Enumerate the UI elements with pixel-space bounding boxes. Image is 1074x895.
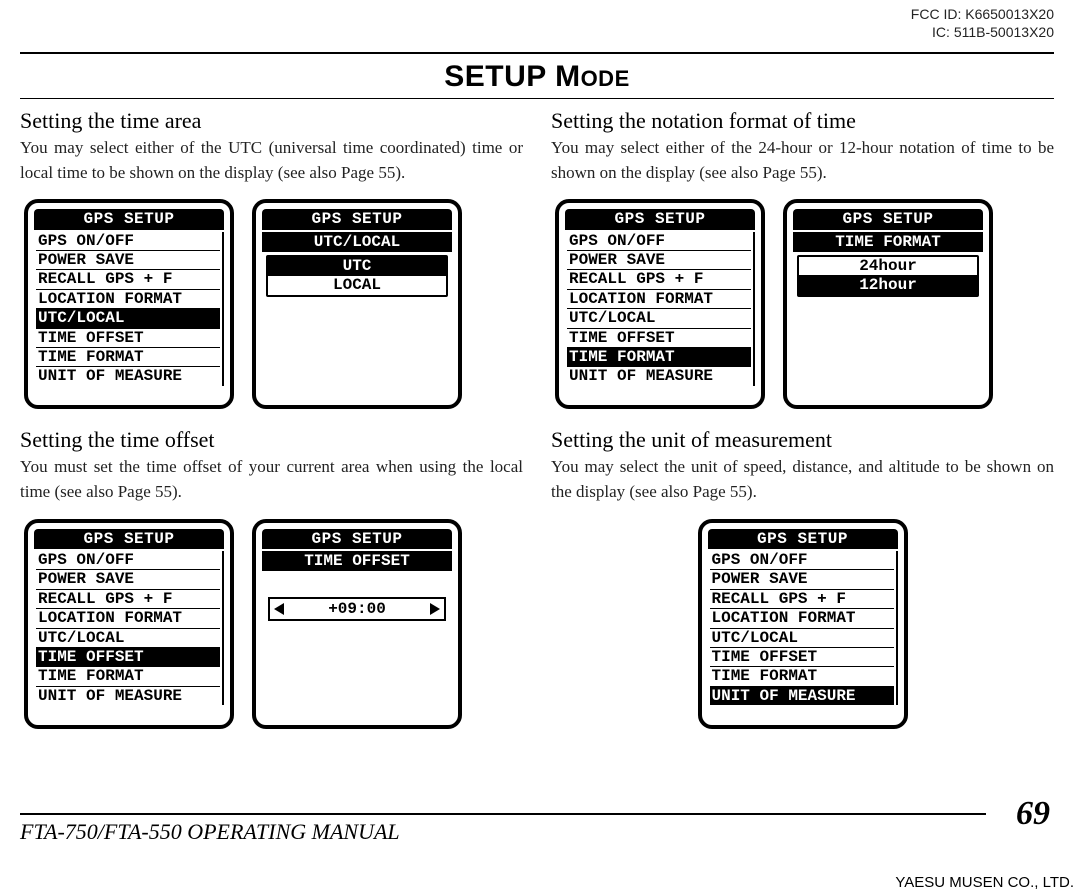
page-title: SETUP MODE <box>0 60 1074 94</box>
list-item[interactable]: TIME OFFSET <box>710 648 894 667</box>
list-item[interactable]: LOCATION FORMAT <box>710 609 894 628</box>
lcd-title: GPS SETUP <box>793 209 983 229</box>
lcd-title: GPS SETUP <box>708 529 898 549</box>
chevron-left-icon[interactable] <box>274 603 284 615</box>
columns: Setting the time area You may select eit… <box>20 108 1054 795</box>
manual-name: FTA-750/FTA-550 OPERATING MANUAL <box>20 819 400 845</box>
list-item[interactable]: UTC/LOCAL <box>710 629 894 648</box>
list-item[interactable]: TIME FORMAT <box>36 667 220 686</box>
right-column: Setting the notation format of time You … <box>551 108 1054 795</box>
title-main: SETUP M <box>444 60 580 93</box>
option-item[interactable]: 24hour <box>799 257 977 276</box>
list-item[interactable]: TIME FORMAT <box>36 348 220 367</box>
heading-unit-measurement: Setting the unit of measurement <box>551 427 1054 453</box>
list-item[interactable]: LOCATION FORMAT <box>567 290 751 309</box>
heading-time-area: Setting the time area <box>20 108 523 134</box>
lcd-title: GPS SETUP <box>262 529 452 549</box>
ic-id: IC: 511B-50013X20 <box>911 24 1054 42</box>
screens-time-format: GPS SETUP GPS ON/OFF POWER SAVE RECALL G… <box>555 199 1054 409</box>
list-item[interactable]: GPS ON/OFF <box>36 551 220 570</box>
lcd-gps-setup-list: GPS SETUP GPS ON/OFF POWER SAVE RECALL G… <box>555 199 765 409</box>
body-time-offset: You must set the time offset of your cur… <box>20 455 523 504</box>
lcd-items: GPS ON/OFF POWER SAVE RECALL GPS + F LOC… <box>565 232 755 386</box>
screens-unit-measurement: GPS SETUP GPS ON/OFF POWER SAVE RECALL G… <box>551 519 1054 729</box>
body-time-format: You may select either of the 24-hour or … <box>551 136 1054 185</box>
page-number: 69 <box>1016 795 1050 833</box>
offset-stepper[interactable]: +09:00 <box>268 597 446 621</box>
lcd-subtitle: UTC/LOCAL <box>262 232 452 252</box>
lcd-title: GPS SETUP <box>262 209 452 229</box>
list-item[interactable]: UNIT OF MEASURE <box>567 367 751 385</box>
list-item[interactable]: GPS ON/OFF <box>36 232 220 251</box>
lcd-gps-setup-list: GPS SETUP GPS ON/OFF POWER SAVE RECALL G… <box>24 199 234 409</box>
rule-bottom <box>20 813 986 815</box>
regulatory-ids: FCC ID: K6650013X20 IC: 511B-50013X20 <box>911 6 1054 41</box>
lcd-subtitle: TIME FORMAT <box>793 232 983 252</box>
list-item[interactable]: UNIT OF MEASURE <box>36 367 220 385</box>
lcd-items: GPS ON/OFF POWER SAVE RECALL GPS + F LOC… <box>34 551 224 705</box>
list-item[interactable]: UNIT OF MEASURE <box>36 687 220 705</box>
list-item[interactable]: UTC/LOCAL <box>36 309 220 328</box>
rule-top <box>20 52 1054 54</box>
lcd-title: GPS SETUP <box>34 209 224 229</box>
list-item[interactable]: UTC/LOCAL <box>567 309 751 328</box>
title-suffix: ODE <box>581 66 630 91</box>
list-item[interactable]: POWER SAVE <box>36 570 220 589</box>
lcd-subtitle: TIME OFFSET <box>262 551 452 571</box>
lcd-items: GPS ON/OFF POWER SAVE RECALL GPS + F LOC… <box>34 232 224 386</box>
list-item[interactable]: UTC/LOCAL <box>36 629 220 648</box>
chevron-right-icon[interactable] <box>430 603 440 615</box>
lcd-time-offset: GPS SETUP TIME OFFSET +09:00 <box>252 519 462 729</box>
heading-time-format: Setting the notation format of time <box>551 108 1054 134</box>
lcd-items: GPS ON/OFF POWER SAVE RECALL GPS + F LOC… <box>708 551 898 705</box>
lcd-utc-local: GPS SETUP UTC/LOCAL UTC LOCAL <box>252 199 462 409</box>
body-unit-measurement: You may select the unit of speed, distan… <box>551 455 1054 504</box>
list-item[interactable]: RECALL GPS + F <box>710 590 894 609</box>
left-column: Setting the time area You may select eit… <box>20 108 523 795</box>
list-item[interactable]: RECALL GPS + F <box>567 270 751 289</box>
list-item[interactable]: TIME OFFSET <box>567 329 751 348</box>
list-item[interactable]: TIME FORMAT <box>567 348 751 367</box>
option-item[interactable]: 12hour <box>799 276 977 294</box>
screens-time-area: GPS SETUP GPS ON/OFF POWER SAVE RECALL G… <box>24 199 523 409</box>
lcd-gps-setup-list: GPS SETUP GPS ON/OFF POWER SAVE RECALL G… <box>24 519 234 729</box>
lcd-time-format: GPS SETUP TIME FORMAT 24hour 12hour <box>783 199 993 409</box>
lcd-gps-setup-list: GPS SETUP GPS ON/OFF POWER SAVE RECALL G… <box>698 519 908 729</box>
list-item[interactable]: POWER SAVE <box>567 251 751 270</box>
page: FCC ID: K6650013X20 IC: 511B-50013X20 SE… <box>0 0 1074 895</box>
list-item[interactable]: TIME OFFSET <box>36 329 220 348</box>
lcd-options: 24hour 12hour <box>797 255 979 297</box>
body-time-area: You may select either of the UTC (univer… <box>20 136 523 185</box>
option-item[interactable]: UTC <box>268 257 446 276</box>
list-item[interactable]: RECALL GPS + F <box>36 590 220 609</box>
heading-time-offset: Setting the time offset <box>20 427 523 453</box>
screens-time-offset: GPS SETUP GPS ON/OFF POWER SAVE RECALL G… <box>24 519 523 729</box>
lcd-title: GPS SETUP <box>565 209 755 229</box>
list-item[interactable]: TIME OFFSET <box>36 648 220 667</box>
company-name: YAESU MUSEN CO., LTD. <box>895 874 1074 891</box>
list-item[interactable]: GPS ON/OFF <box>710 551 894 570</box>
offset-value: +09:00 <box>328 600 386 618</box>
list-item[interactable]: RECALL GPS + F <box>36 270 220 289</box>
list-item[interactable]: TIME FORMAT <box>710 667 894 686</box>
list-item[interactable]: POWER SAVE <box>710 570 894 589</box>
rule-under-title <box>20 98 1054 99</box>
lcd-options: UTC LOCAL <box>266 255 448 297</box>
lcd-title: GPS SETUP <box>34 529 224 549</box>
list-item[interactable]: UNIT OF MEASURE <box>710 687 894 705</box>
list-item[interactable]: GPS ON/OFF <box>567 232 751 251</box>
fcc-id: FCC ID: K6650013X20 <box>911 6 1054 24</box>
option-item[interactable]: LOCAL <box>268 276 446 294</box>
list-item[interactable]: LOCATION FORMAT <box>36 609 220 628</box>
list-item[interactable]: LOCATION FORMAT <box>36 290 220 309</box>
list-item[interactable]: POWER SAVE <box>36 251 220 270</box>
